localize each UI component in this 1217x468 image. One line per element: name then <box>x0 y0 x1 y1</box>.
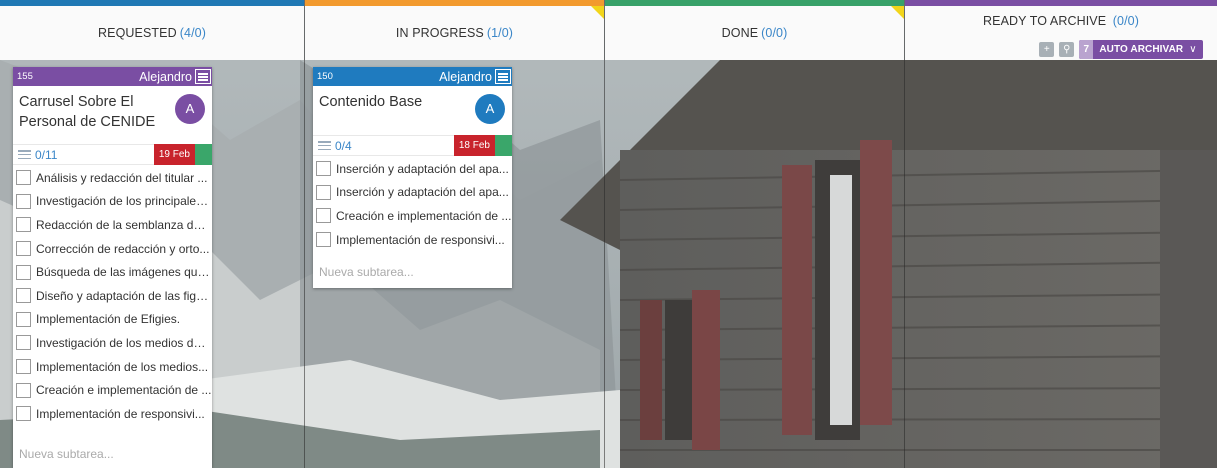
column-count: (1/0) <box>486 26 514 40</box>
checkbox[interactable] <box>16 264 31 280</box>
subtask-list: Análisis y redacción del titular ... Inv… <box>13 166 212 426</box>
column-title: DONE <box>721 26 759 40</box>
plus-icon[interactable]: + <box>1039 42 1055 57</box>
column-header-requested[interactable]: REQUESTED (4/0) <box>0 0 304 60</box>
checkbox[interactable] <box>16 217 31 233</box>
card-meta: 0/11 19 Feb <box>13 144 212 165</box>
archive-toolbar: + ⚲ 7 AUTO ARCHIVAR ∨ <box>1039 40 1203 59</box>
card-header: 150 Alejandro <box>313 67 512 86</box>
list-item[interactable]: Investigación de los medios de ... <box>13 331 212 355</box>
checkbox[interactable] <box>16 335 31 351</box>
checkbox[interactable] <box>316 232 331 248</box>
progress-text: 0/4 <box>335 138 352 153</box>
task-card-150[interactable]: 150 Alejandro Contenido Base A 0/4 18 Fe… <box>313 67 512 288</box>
card-header: 155 Alejandro <box>13 67 212 86</box>
column-title: IN PROGRESS <box>395 26 484 40</box>
avatar[interactable]: A <box>475 94 505 124</box>
list-item[interactable]: Redacción de la semblanza del ... <box>13 213 212 237</box>
checkbox[interactable] <box>16 406 31 422</box>
status-color-tag <box>195 144 212 165</box>
column-header-done[interactable]: DONE (0/0) <box>605 0 904 60</box>
list-item[interactable]: Implementación de responsivi... <box>13 402 212 426</box>
list-item[interactable]: Creación e implementación de ... <box>13 378 212 402</box>
list-item[interactable]: Creación e implementación de ... <box>313 204 512 228</box>
column-count: (0/0) <box>761 26 788 40</box>
chevron-down-icon: ∨ <box>1189 44 1197 55</box>
list-item[interactable]: Corrección de redacción y orto... <box>13 237 212 261</box>
checkbox[interactable] <box>16 193 31 209</box>
checkbox[interactable] <box>316 208 331 224</box>
checkbox[interactable] <box>316 161 331 177</box>
list-item[interactable]: Investigación de los principales... <box>13 190 212 214</box>
checkbox[interactable] <box>16 288 31 304</box>
list-item[interactable]: Inserción y adaptación del apa... <box>313 157 512 181</box>
column-count: (0/0) <box>1112 14 1139 28</box>
column-header-in-progress[interactable]: IN PROGRESS (1/0) <box>305 0 604 60</box>
search-icon[interactable]: ⚲ <box>1059 42 1075 57</box>
list-item[interactable]: Implementación de los medios... <box>13 355 212 379</box>
checkbox[interactable] <box>16 241 31 257</box>
column-header-ready-to-archive[interactable]: READY TO ARCHIVE (0/0) + ⚲ 7 AUTO ARCHIV… <box>905 0 1217 60</box>
corner-fold-icon <box>891 6 904 19</box>
column-title: REQUESTED <box>98 26 177 40</box>
checkbox[interactable] <box>16 170 31 186</box>
checkbox[interactable] <box>316 184 331 200</box>
new-subtask-input[interactable]: Nueva subtarea... <box>319 265 414 279</box>
subtask-progress[interactable]: 0/11 <box>13 148 154 162</box>
archive-days-count: 7 <box>1079 40 1094 59</box>
list-item[interactable]: Diseño y adaptación de las figu... <box>13 284 212 308</box>
card-owner: Alejandro <box>439 69 492 84</box>
column-ready-to-archive: READY TO ARCHIVE (0/0) + ⚲ 7 AUTO ARCHIV… <box>905 0 1217 468</box>
checkbox[interactable] <box>16 382 31 398</box>
column-title: READY TO ARCHIVE <box>983 14 1107 28</box>
corner-fold-icon <box>591 6 604 19</box>
checkbox[interactable] <box>16 359 31 375</box>
status-color-tag <box>495 135 512 156</box>
hamburger-menu-icon[interactable] <box>195 69 211 84</box>
column-done: DONE (0/0) <box>605 0 905 468</box>
auto-archive-label: AUTO ARCHIVAR <box>1099 44 1184 55</box>
due-date-badge[interactable]: 19 Feb <box>153 144 195 165</box>
task-card-155[interactable]: 155 Alejandro Carrusel Sobre El Personal… <box>13 67 212 468</box>
card-meta: 0/4 18 Feb <box>313 135 512 156</box>
subtask-progress[interactable]: 0/4 <box>313 139 454 153</box>
card-id: 155 <box>17 71 33 82</box>
list-item[interactable]: Implementación de responsivi... <box>313 228 512 252</box>
list-item[interactable]: Implementación de Efigies. <box>13 308 212 332</box>
hamburger-menu-icon[interactable] <box>495 69 511 84</box>
avatar[interactable]: A <box>175 94 205 124</box>
card-owner: Alejandro <box>139 69 192 84</box>
column-count: (4/0) <box>179 26 206 40</box>
checkbox[interactable] <box>16 311 31 327</box>
list-item[interactable]: Búsqueda de las imágenes que... <box>13 260 212 284</box>
subtask-list: Inserción y adaptación del apa... Inserc… <box>313 157 512 251</box>
due-date-badge[interactable]: 18 Feb <box>453 135 495 156</box>
new-subtask-input[interactable]: Nueva subtarea... <box>19 447 114 461</box>
list-item[interactable]: Inserción y adaptación del apa... <box>313 181 512 205</box>
auto-archive-button[interactable]: 7 AUTO ARCHIVAR ∨ <box>1079 40 1203 59</box>
checklist-icon <box>318 141 331 150</box>
checklist-icon <box>18 150 31 159</box>
progress-text: 0/11 <box>35 147 58 162</box>
list-item[interactable]: Análisis y redacción del titular ... <box>13 166 212 190</box>
card-id: 150 <box>317 71 333 82</box>
